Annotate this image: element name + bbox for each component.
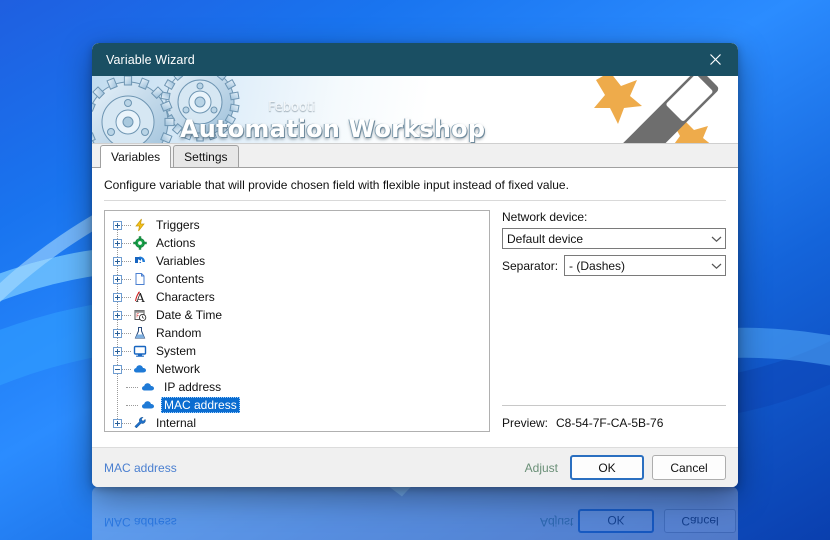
tree-item-label: Date & Time	[156, 308, 223, 322]
preview-value: C8-54-7F-CA-5B-76	[556, 416, 664, 430]
tab-variables-label: Variables	[111, 150, 161, 164]
lightning-icon	[131, 217, 149, 233]
expander-icon[interactable]	[113, 220, 122, 230]
expander-icon[interactable]	[113, 238, 122, 248]
tree-item-label: MAC address	[161, 397, 240, 413]
variable-name-link[interactable]: MAC address	[104, 461, 177, 475]
network-device-select[interactable]: Default device	[502, 228, 726, 249]
cancel-button[interactable]: Cancel	[652, 455, 726, 480]
cloud-icon	[131, 361, 149, 377]
close-button[interactable]	[692, 43, 738, 76]
tree-item-internal[interactable]: Internal	[105, 414, 489, 431]
tree-item-triggers[interactable]: Triggers	[105, 216, 489, 234]
close-icon	[709, 54, 721, 65]
tree-item-mac-address[interactable]: MAC address	[105, 396, 489, 414]
tree-item-label: Triggers	[156, 218, 200, 232]
tree-item-ip-address[interactable]: IP address	[105, 378, 489, 396]
tree-item-label: Random	[156, 326, 202, 340]
tree-item-label: Variables	[156, 254, 206, 268]
tab-settings[interactable]: Settings	[173, 145, 239, 167]
monitor-icon	[131, 343, 149, 359]
chevron-down-icon[interactable]	[707, 256, 725, 275]
wrench-icon	[131, 415, 149, 431]
separator-value: - (Dashes)	[569, 258, 626, 273]
separator-select[interactable]: - (Dashes)	[564, 255, 726, 276]
expander-icon[interactable]	[113, 418, 122, 428]
gear-icon	[131, 235, 149, 251]
tree-item-label: Actions	[156, 236, 196, 250]
collapser-icon[interactable]	[113, 364, 122, 374]
flask-icon	[131, 325, 149, 341]
expander-icon[interactable]	[113, 256, 122, 266]
tree-connector	[122, 260, 131, 262]
separator-label: Separator:	[502, 258, 559, 273]
tree-item-label: Characters	[156, 290, 215, 304]
dialog-footer: MAC address Adjust OK Cancel	[92, 447, 738, 487]
window-title: Variable Wizard	[106, 52, 195, 67]
preview-label: Preview:	[502, 416, 549, 430]
options-pane: Network device: Default device Separator…	[490, 210, 726, 432]
cloud-icon	[139, 379, 157, 395]
tree-item-network[interactable]: Network	[105, 360, 489, 378]
separator-row: Separator: - (Dashes)	[502, 255, 726, 276]
tree-connector	[122, 314, 131, 316]
tree-item-date-time[interactable]: F Date & Time	[105, 306, 489, 324]
brand-lockup: Febooti Automation Workshop	[180, 101, 486, 143]
tree-item-label: IP address	[164, 380, 222, 394]
cancel-button-label: Cancel	[670, 460, 708, 475]
expander-icon[interactable]	[113, 274, 122, 284]
content-panes: Triggers Actions Variables Contents A Ch…	[92, 201, 738, 447]
tree-item-characters[interactable]: A Characters	[105, 288, 489, 306]
tab-strip: Variables Settings	[92, 144, 738, 168]
expander-icon[interactable]	[113, 328, 122, 338]
network-device-value: Default device	[507, 231, 584, 246]
dialog-titlebar[interactable]: Variable Wizard	[92, 43, 738, 76]
tree-connector	[122, 278, 131, 280]
tree-item-contents[interactable]: Contents	[105, 270, 489, 288]
svg-text:F: F	[136, 314, 139, 320]
tree-item-actions[interactable]: Actions	[105, 234, 489, 252]
chevron-down-icon[interactable]	[707, 229, 725, 248]
tree-connector	[122, 332, 131, 334]
letter-a-icon: A	[131, 289, 149, 305]
variable-tree[interactable]: Triggers Actions Variables Contents A Ch…	[104, 210, 490, 432]
preview-row: Preview: C8-54-7F-CA-5B-76	[502, 416, 726, 430]
brand-name-small: Febooti	[268, 100, 316, 115]
tree-connector	[122, 242, 131, 244]
cloud-icon	[139, 397, 157, 413]
tree-item-variables[interactable]: Variables	[105, 252, 489, 270]
tree-item-system[interactable]: System	[105, 342, 489, 360]
variable-wizard-dialog: Variable Wizard Febooti Automation Works…	[92, 43, 738, 487]
tree-item-label: System	[156, 344, 197, 358]
description-text: Configure variable that will provide cho…	[104, 178, 569, 192]
tab-variables[interactable]: Variables	[100, 145, 172, 168]
network-device-label: Network device:	[502, 210, 588, 224]
footer-actions: Adjust OK Cancel	[525, 455, 726, 480]
tree-item-label: Internal	[156, 416, 197, 430]
tree-connector	[122, 350, 131, 352]
preview-divider	[502, 405, 726, 406]
ok-button[interactable]: OK	[570, 455, 644, 480]
tree-connector	[122, 422, 131, 424]
brand-name-large: Automation Workshop	[180, 115, 486, 143]
tree-item-random[interactable]: Random	[105, 324, 489, 342]
ok-button-label: OK	[598, 460, 616, 475]
tree-connector	[122, 224, 131, 226]
tab-settings-label: Settings	[184, 149, 228, 164]
calendar-clock-icon: F	[131, 307, 149, 323]
tree-item-label: Network	[156, 362, 201, 376]
expander-icon[interactable]	[113, 346, 122, 356]
eraser-icon	[594, 76, 719, 143]
tree-item-label: Contents	[156, 272, 205, 286]
tree-connector	[122, 368, 131, 370]
dialog-body: Configure variable that will provide cho…	[92, 168, 738, 447]
page-icon	[131, 271, 149, 287]
variable-icon	[131, 253, 149, 269]
expander-icon[interactable]	[113, 292, 122, 302]
expander-icon[interactable]	[113, 310, 122, 320]
tree-connector	[122, 296, 131, 298]
adjust-link[interactable]: Adjust	[525, 461, 558, 475]
product-banner: Febooti Automation Workshop	[92, 76, 738, 144]
